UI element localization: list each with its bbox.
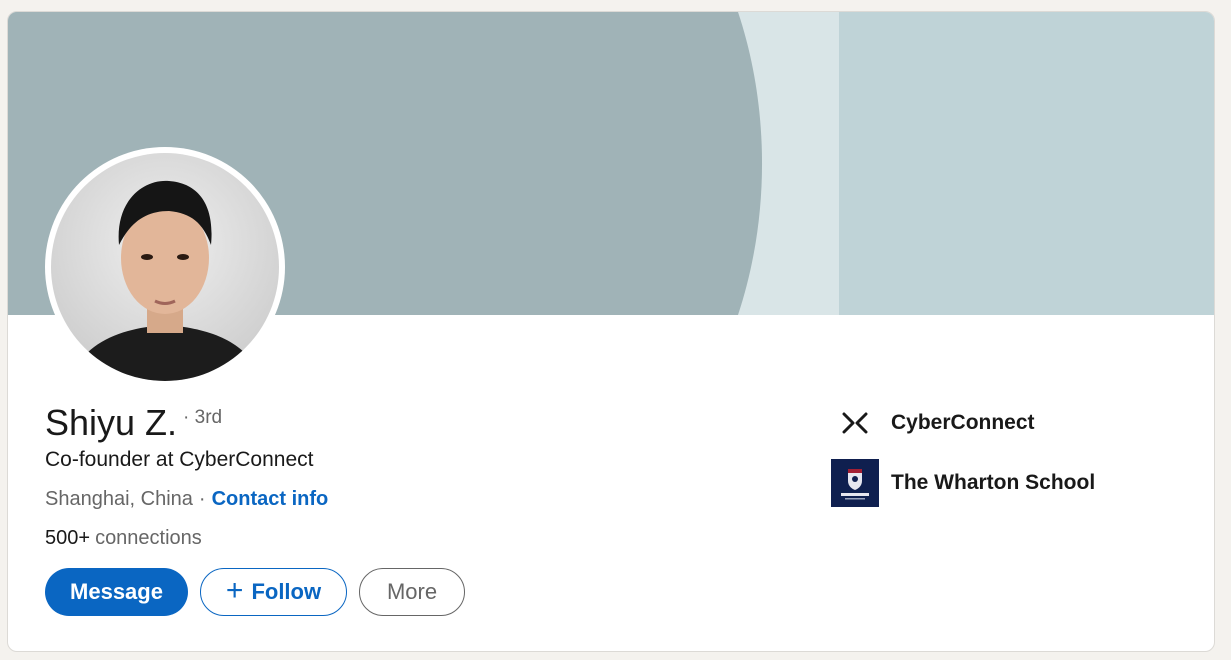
separator-dot: ·: [198, 488, 206, 510]
profile-photo[interactable]: [45, 147, 285, 387]
affiliation-cyberconnect[interactable]: CyberConnect: [831, 399, 1035, 447]
message-button-label: Message: [70, 579, 163, 604]
follow-button-label: Follow: [251, 579, 322, 604]
profile-location: Shanghai, China: [45, 488, 193, 510]
more-button-label: More: [386, 579, 438, 604]
connection-degree: · 3rd: [183, 407, 223, 428]
affiliation-label: CyberConnect: [891, 411, 1035, 434]
affiliation-wharton[interactable]: The Wharton School: [831, 459, 1095, 507]
profile-headline: Co-founder at CyberConnect: [45, 448, 314, 471]
cyberconnect-logo: [831, 399, 879, 447]
name-row: Shiyu Z. · 3rd: [45, 402, 222, 444]
message-button[interactable]: Message: [45, 568, 188, 616]
connections-count: 500+: [45, 527, 91, 549]
profile-name: Shiyu Z.: [45, 402, 178, 443]
contact-info-link[interactable]: Contact info: [212, 488, 329, 511]
more-button[interactable]: More: [359, 568, 465, 616]
connections-label: connections: [95, 527, 202, 549]
location-row: Shanghai, China · Contact info: [45, 488, 328, 511]
connections-row: 500+ connections: [45, 527, 202, 550]
profile-card: Shiyu Z. · 3rd Co-founder at CyberConnec…: [7, 11, 1215, 652]
affiliation-label: The Wharton School: [891, 471, 1096, 494]
wharton-logo: [831, 459, 879, 507]
follow-button[interactable]: + Follow: [200, 568, 347, 616]
plus-icon: +: [225, 574, 244, 607]
